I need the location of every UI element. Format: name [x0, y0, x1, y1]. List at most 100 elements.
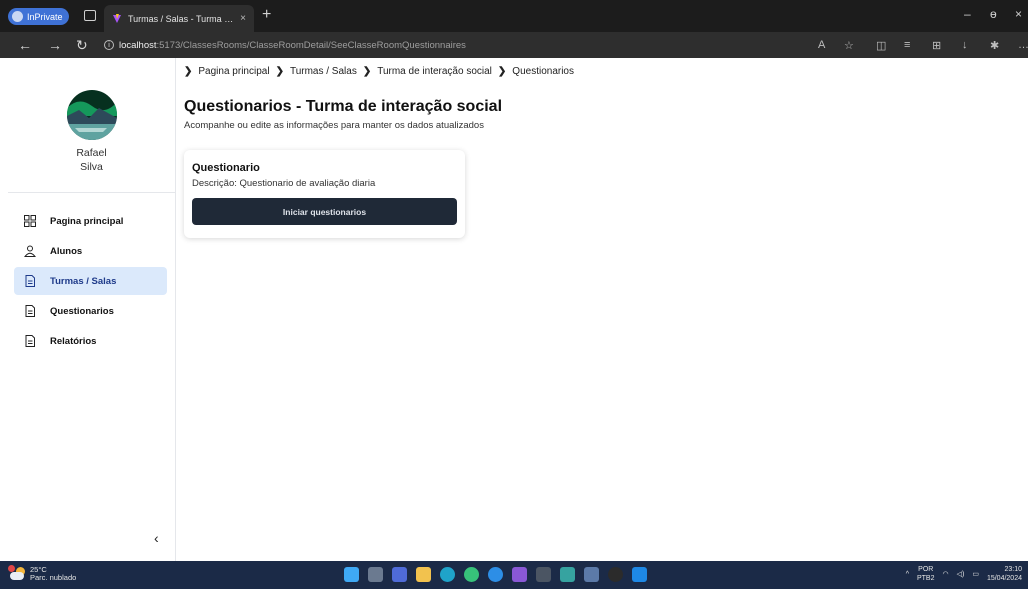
new-tab-icon[interactable]: +	[262, 6, 271, 24]
sidebar-item-label: Questionarios	[50, 305, 114, 317]
teams-icon[interactable]	[392, 567, 407, 582]
sidebar: Rafael Silva Pagina principal Alunos Tur…	[8, 58, 176, 561]
collections-icon[interactable]: ⊞	[932, 39, 941, 52]
browser-tab-active[interactable]: Turmas / Salas - Turma de intera ×	[104, 5, 254, 32]
sidebar-item-label: Turmas / Salas	[50, 275, 117, 287]
more-icon[interactable]: …	[1018, 39, 1028, 51]
chevron-right-icon: ❯	[497, 66, 507, 77]
chevron-right-icon: ❯	[362, 66, 372, 77]
chevron-up-icon[interactable]: ^	[906, 570, 909, 579]
document-icon	[25, 305, 35, 317]
sidebar-item-label: Relatórios	[50, 335, 97, 347]
card-title: Questionario	[192, 162, 260, 174]
system-tray: ^ POR PTB2 ◠ ◁) ▭ 23:10 15/04/2024	[906, 565, 1022, 583]
app-page: Rafael Silva Pagina principal Alunos Tur…	[0, 58, 1028, 561]
document-icon	[25, 275, 35, 287]
user-last-name: Silva	[80, 161, 103, 173]
vscode-icon[interactable]	[632, 567, 647, 582]
start-questionnaires-button[interactable]: Iniciar questionarios	[192, 198, 457, 225]
breadcrumb-item[interactable]: Turma de interação social	[377, 66, 492, 77]
sidebar-menu: Pagina principal Alunos Turmas / Salas Q…	[8, 193, 175, 355]
clock-date: 15/04/2024	[986, 575, 1022, 582]
page-subtitle: Acompanhe ou edite as informações para m…	[184, 120, 484, 131]
whatsapp-icon[interactable]	[464, 567, 479, 582]
chevron-right-icon: ❯	[275, 66, 284, 77]
sidebar-item-label: Alunos	[50, 245, 83, 257]
vite-favicon-icon	[113, 13, 121, 23]
main-content: ❯ Pagina principal ❯ Turmas / Salas ❯ Tu…	[184, 58, 1028, 561]
avatar-landscape-icon	[66, 90, 117, 140]
edge-icon[interactable]	[440, 567, 455, 582]
sidebar-item-turmas-salas[interactable]: Turmas / Salas	[14, 267, 167, 295]
favorite-star-icon[interactable]: ☆	[844, 39, 854, 52]
browser-icon[interactable]	[488, 567, 503, 582]
weather-desc: Parc. nublado	[30, 573, 77, 582]
questionnaire-card: Questionario Descrição: Questionario de …	[184, 150, 465, 238]
sidebar-item-questionarios[interactable]: Questionarios	[14, 297, 167, 325]
screen: InPrivate Turmas / Salas - Turma de inte…	[0, 0, 1028, 589]
restore-icon[interactable]: ɵ	[990, 7, 997, 21]
back-icon[interactable]: ←	[18, 37, 32, 53]
card-description: Descrição: Questionario de avaliação dia…	[192, 178, 376, 189]
keyboard-layout: PTB2	[916, 575, 935, 582]
refresh-icon[interactable]: ↻	[76, 37, 88, 53]
split-screen-icon[interactable]: ◫	[876, 39, 886, 52]
window-close-icon[interactable]: ×	[1015, 7, 1022, 21]
browser-tab-bar: InPrivate Turmas / Salas - Turma de inte…	[0, 0, 1028, 32]
clock[interactable]: 23:10 15/04/2024	[987, 565, 1022, 583]
tab-title: Turmas / Salas - Turma de intera	[128, 13, 235, 24]
profile-icon	[12, 11, 23, 22]
page-title: Questionarios - Turma de interação socia…	[184, 98, 503, 115]
downloads-icon[interactable]: ↓	[962, 39, 968, 51]
inprivate-label: InPrivate	[27, 11, 63, 22]
sidebar-item-label: Pagina principal	[50, 215, 124, 227]
user-first-name: Rafael	[76, 147, 107, 159]
github-icon[interactable]	[608, 567, 623, 582]
chevron-right-icon: ❯	[184, 66, 193, 77]
start-icon[interactable]	[344, 567, 359, 582]
address-bar-row: ← → ↻ i localhost:5173/ClassesRooms/Clas…	[0, 32, 1028, 58]
collapse-sidebar-icon[interactable]: ‹	[154, 530, 159, 546]
file-explorer-icon[interactable]	[416, 567, 431, 582]
breadcrumb: ❯ Pagina principal ❯ Turmas / Salas ❯ Tu…	[184, 66, 574, 77]
app-icon[interactable]	[560, 567, 575, 582]
breadcrumb-item[interactable]: Pagina principal	[198, 66, 269, 77]
document-icon	[25, 335, 35, 347]
site-info-icon[interactable]: i	[104, 40, 114, 50]
battery-icon[interactable]: ▭	[972, 570, 979, 579]
tab-close-icon[interactable]: ×	[240, 13, 246, 24]
sidebar-item-relatorios[interactable]: Relatórios	[14, 327, 167, 355]
taskbar-apps	[344, 567, 647, 582]
clock-time: 23:10	[1004, 566, 1022, 573]
forward-icon[interactable]: →	[48, 37, 62, 53]
user-name: Rafael Silva	[76, 146, 106, 174]
avatar	[66, 90, 117, 140]
weather-icon	[8, 565, 26, 581]
favorites-icon[interactable]: ≡	[904, 39, 910, 51]
windows-taskbar: 25°C Parc. nublado ^ POR PTB2 ◠ ◁) ▭ 23:…	[0, 561, 1028, 589]
weather-widget[interactable]: 25°C Parc. nublado	[8, 565, 77, 582]
sidebar-item-alunos[interactable]: Alunos	[14, 237, 167, 265]
search-icon[interactable]	[368, 567, 383, 582]
read-aloud-icon[interactable]: A	[818, 39, 825, 51]
sidebar-item-pagina-principal[interactable]: Pagina principal	[14, 207, 167, 235]
url-path: :5173/ClassesRooms/ClasseRoomDetail/SeeC…	[156, 39, 466, 51]
minimize-icon[interactable]: –	[964, 7, 971, 21]
url-host: localhost	[119, 39, 157, 51]
extensions-icon[interactable]: ✱	[990, 39, 999, 52]
wifi-icon[interactable]: ◠	[943, 570, 949, 579]
language-indicator[interactable]: POR PTB2	[917, 565, 935, 583]
terminal-icon[interactable]	[536, 567, 551, 582]
language-code: POR	[918, 566, 934, 573]
volume-icon[interactable]: ◁)	[957, 570, 965, 579]
tab-actions-icon[interactable]	[84, 10, 96, 21]
inprivate-badge[interactable]: InPrivate	[8, 8, 69, 25]
visual-studio-icon[interactable]	[512, 567, 527, 582]
breadcrumb-item[interactable]: Turmas / Salas	[290, 66, 357, 77]
grid-icon	[24, 215, 36, 227]
user-icon	[24, 245, 36, 257]
breadcrumb-item[interactable]: Questionarios	[512, 66, 574, 77]
user-profile: Rafael Silva	[8, 58, 175, 193]
app-icon[interactable]	[584, 567, 599, 582]
address-bar[interactable]: i localhost:5173/ClassesRooms/ClasseRoom…	[104, 36, 804, 54]
